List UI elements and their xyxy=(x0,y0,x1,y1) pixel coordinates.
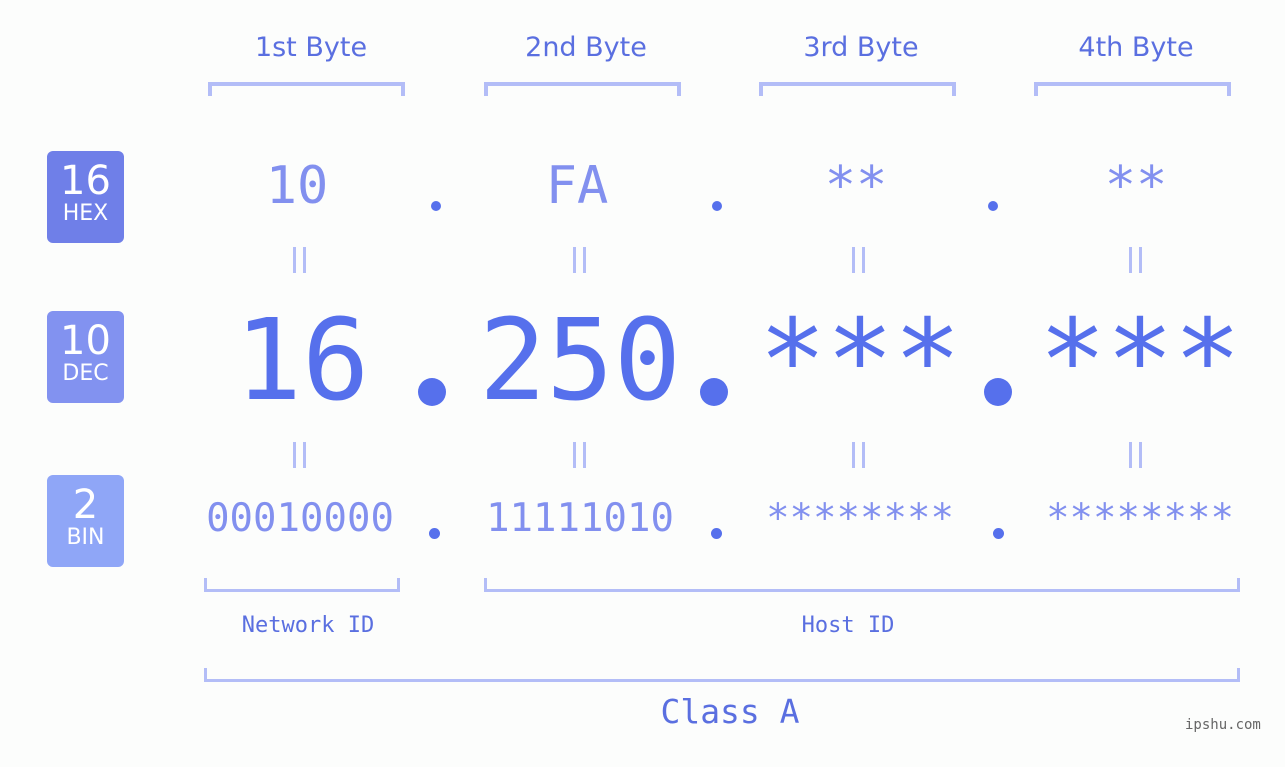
equals-icon xyxy=(573,247,586,273)
hex-badge-label: HEX xyxy=(62,201,109,226)
dec-byte-1: 16 xyxy=(234,296,370,426)
hex-dot-1 xyxy=(431,201,441,211)
equals-icon xyxy=(573,442,586,468)
byte-header-2: 2nd Byte xyxy=(525,32,647,63)
class-bracket xyxy=(204,668,1240,682)
dec-dot-3 xyxy=(984,378,1012,406)
equals-icon xyxy=(1129,442,1142,468)
bin-dot-3 xyxy=(993,528,1004,539)
byte-header-3: 3rd Byte xyxy=(803,32,919,63)
byte-bracket-3 xyxy=(759,82,956,96)
equals-icon xyxy=(293,247,306,273)
host-id-bracket xyxy=(484,578,1240,592)
bin-byte-1: 00010000 xyxy=(206,496,394,541)
byte-bracket-4 xyxy=(1034,82,1231,96)
dec-dot-1 xyxy=(418,378,446,406)
hex-badge-number: 16 xyxy=(60,158,111,204)
byte-header-4: 4th Byte xyxy=(1078,32,1194,63)
bin-byte-4: ******** xyxy=(1046,496,1234,541)
hex-byte-4: ** xyxy=(1104,156,1168,216)
byte-bracket-2 xyxy=(484,82,681,96)
hex-byte-2: FA xyxy=(545,156,609,216)
dec-badge: 10 DEC xyxy=(47,311,124,403)
equals-icon xyxy=(852,247,865,273)
equals-icon xyxy=(293,442,306,468)
host-id-label: Host ID xyxy=(801,613,895,638)
byte-header-1: 1st Byte xyxy=(254,32,368,63)
bin-byte-2: 11111010 xyxy=(486,496,674,541)
bin-byte-3: ******** xyxy=(766,496,954,541)
dec-byte-4: *** xyxy=(1038,296,1242,426)
byte-bracket-1 xyxy=(208,82,405,96)
dec-byte-3: *** xyxy=(758,296,962,426)
network-id-bracket xyxy=(204,578,400,592)
equals-icon xyxy=(1129,247,1142,273)
bin-dot-1 xyxy=(429,528,440,539)
bin-dot-2 xyxy=(711,528,722,539)
hex-byte-1: 10 xyxy=(265,156,329,216)
bin-badge: 2 BIN xyxy=(47,475,124,567)
class-label: Class A xyxy=(660,692,800,731)
network-id-label: Network ID xyxy=(241,613,375,638)
dec-badge-label: DEC xyxy=(62,361,109,386)
hex-dot-2 xyxy=(712,201,722,211)
hex-badge: 16 HEX xyxy=(47,151,124,243)
dec-byte-2: 250 xyxy=(478,296,682,426)
dec-dot-2 xyxy=(700,378,728,406)
hex-byte-3: ** xyxy=(824,156,888,216)
equals-icon xyxy=(852,442,865,468)
hex-dot-3 xyxy=(988,201,998,211)
dec-badge-number: 10 xyxy=(60,318,111,364)
bin-badge-number: 2 xyxy=(72,482,99,528)
bin-badge-label: BIN xyxy=(66,525,105,550)
watermark: ipshu.com xyxy=(1185,717,1261,733)
